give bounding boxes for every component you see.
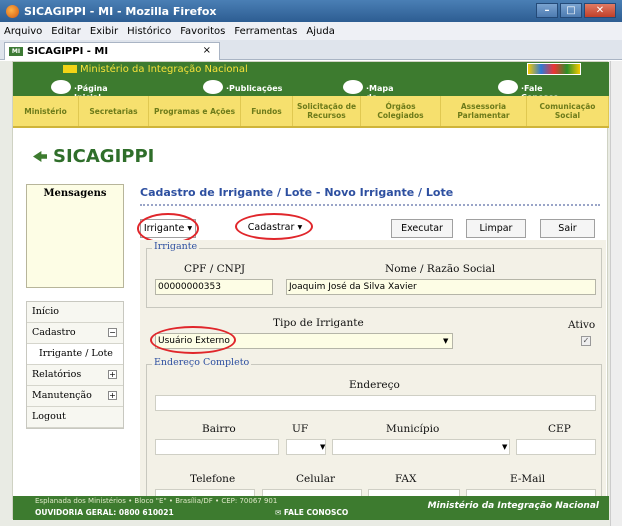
uf-label: UF (292, 423, 309, 435)
menu-item-assessoria[interactable]: Assessoria Parlamentar (441, 96, 527, 126)
menu-item-comunicacao[interactable]: Comunicação Social (527, 96, 609, 126)
home-icon (51, 80, 71, 94)
nav-fale-conosco[interactable]: ·Fale Conosco (498, 80, 559, 102)
government-nav: ·Página Inicial ·Publicações ·Mapa do Si… (13, 76, 609, 111)
municipio-select[interactable] (332, 439, 510, 455)
sair-button[interactable]: Sair (540, 219, 595, 238)
nav-pagina-inicial[interactable]: ·Página Inicial (51, 80, 108, 102)
sidebar-item-irrigante-lote[interactable]: Irrigante / Lote (27, 344, 123, 365)
menu-ajuda[interactable]: Ajuda (306, 26, 334, 37)
email-label: E-Mail (510, 473, 546, 485)
cpf-input[interactable]: 00000000353 (155, 279, 273, 295)
sidebar-item-manutencao[interactable]: Manutenção + (27, 386, 123, 407)
window-controls: – □ ✕ (536, 3, 616, 18)
endereco-legend: Endereço Completo (152, 357, 252, 368)
limpar-button[interactable]: Limpar (466, 219, 526, 238)
footer-ministry: Ministério da Integração Nacional (427, 501, 599, 511)
tab-title: SICAGIPPI - MI (27, 46, 109, 57)
endereco-label: Endereço (349, 379, 400, 391)
close-button[interactable]: ✕ (584, 3, 616, 18)
firefox-icon (6, 4, 19, 18)
bairro-input[interactable] (155, 439, 279, 455)
tipo-label: Tipo de Irrigante (273, 317, 364, 329)
favicon-icon: MI (9, 47, 23, 56)
minimize-button[interactable]: – (536, 3, 558, 18)
menu-item-programas[interactable]: Programas e Ações (149, 96, 241, 126)
menu-historico[interactable]: Histórico (127, 26, 171, 37)
collapse-icon[interactable]: − (108, 328, 117, 337)
page-title: Cadastro de Irrigante / Lote - Novo Irri… (140, 186, 454, 199)
browser-menubar: Arquivo Editar Exibir Histórico Favorito… (0, 22, 622, 40)
publications-icon (203, 80, 223, 94)
mail-icon: ✉ (275, 508, 284, 517)
dropdown-arrow-icon: ▼ (320, 443, 326, 451)
sidebar-menu: Início Cadastro − Irrigante / Lote Relató… (26, 301, 124, 429)
annotation-circle (150, 326, 236, 354)
menu-item-secretarias[interactable]: Secretarias (79, 96, 149, 126)
endereco-input[interactable] (155, 395, 596, 411)
ativo-label: Ativo (568, 319, 596, 331)
menu-exibir[interactable]: Exibir (90, 26, 118, 37)
annotation-circle (235, 213, 313, 240)
maximize-button[interactable]: □ (560, 3, 582, 18)
sidebar-item-inicio[interactable]: Início (27, 302, 123, 323)
ministry-logo[interactable]: Ministério da Integração Nacional (63, 64, 248, 75)
irrigante-legend: Irrigante (152, 241, 200, 252)
bairro-label: Bairro (202, 423, 236, 435)
nome-label: Nome / Razão Social (385, 263, 496, 275)
browser-tabbar: MI SICAGIPPI - MI × (0, 40, 622, 60)
nav-publicacoes[interactable]: ·Publicações (203, 80, 282, 94)
menu-item-fundos[interactable]: Fundos (241, 96, 293, 126)
footer-address: Esplanada dos Ministérios • Bloco "E" • … (35, 497, 278, 505)
page-viewport: Ministério da Integração Nacional ·Págin… (0, 61, 622, 526)
messages-box: Mensagens (26, 184, 124, 288)
sidebar-item-relatorios[interactable]: Relatórios + (27, 365, 123, 386)
executar-button[interactable]: Executar (391, 219, 453, 238)
expand-icon[interactable]: + (108, 370, 117, 379)
nome-input[interactable]: Joaquim José da Silva Xavier (286, 279, 596, 295)
ouvidoria-link[interactable]: OUVIDORIA GERAL: 0800 610021 (35, 508, 174, 517)
menu-editar[interactable]: Editar (51, 26, 81, 37)
sidebar-item-cadastro[interactable]: Cadastro − (27, 323, 123, 344)
menu-item-orgaos[interactable]: Órgãos Colegiados (361, 96, 441, 126)
celular-label: Celular (296, 473, 336, 485)
ministry-emblem-icon (63, 65, 77, 73)
menu-item-solicitacao[interactable]: Solicitação de Recursos (293, 96, 361, 126)
window-title: SICAGIPPI - MI - Mozilla Firefox (24, 4, 217, 18)
expand-icon[interactable]: + (108, 391, 117, 400)
dropdown-arrow-icon: ▼ (443, 337, 449, 345)
menu-favoritos[interactable]: Favoritos (180, 26, 225, 37)
menu-ferramentas[interactable]: Ferramentas (234, 26, 297, 37)
arrow-icon (33, 151, 47, 162)
app-brand: SICAGIPPI (33, 146, 154, 167)
municipio-label: Município (386, 423, 440, 435)
site-container: Ministério da Integração Nacional ·Págin… (12, 61, 609, 520)
dropdown-arrow-icon: ▼ (502, 443, 508, 451)
mail-icon (498, 80, 518, 94)
title-divider (140, 204, 600, 206)
menu-item-ministerio[interactable]: Ministério (13, 96, 79, 126)
window-titlebar: SICAGIPPI - MI - Mozilla Firefox – □ ✕ (0, 0, 622, 22)
government-bar: Ministério da Integração Nacional ·Págin… (13, 62, 609, 111)
main-menu: Ministério Secretarias Programas e Ações… (13, 96, 609, 128)
vertical-scrollbar[interactable] (610, 61, 622, 526)
sitemap-icon (343, 80, 363, 94)
fax-label: FAX (395, 473, 417, 485)
telefone-label: Telefone (190, 473, 236, 485)
brasil-logo[interactable] (527, 63, 581, 75)
form-area: Irrigante CPF / CNPJ 00000000353 Nome / … (140, 240, 606, 520)
sidebar-item-logout[interactable]: Logout (27, 407, 123, 428)
tab-close-icon[interactable]: × (203, 45, 211, 56)
fale-conosco-link[interactable]: ✉ FALE CONOSCO (275, 508, 348, 517)
cep-label: CEP (548, 423, 571, 435)
irrigante-fieldset (146, 248, 602, 308)
ativo-checkbox[interactable]: ✓ (581, 336, 591, 346)
site-footer: Esplanada dos Ministérios • Bloco "E" • … (13, 496, 609, 520)
cpf-label: CPF / CNPJ (184, 263, 246, 275)
browser-tab[interactable]: MI SICAGIPPI - MI × (4, 42, 220, 60)
nav-mapa-do-site[interactable]: ·Mapa do Site (343, 80, 394, 111)
messages-heading: Mensagens (43, 188, 107, 199)
menu-arquivo[interactable]: Arquivo (4, 26, 42, 37)
cep-input[interactable] (516, 439, 596, 455)
